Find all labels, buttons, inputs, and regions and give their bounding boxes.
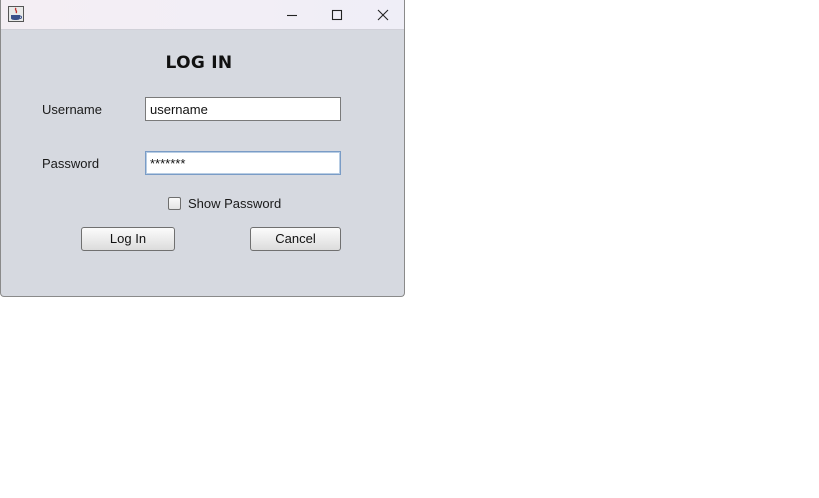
title-bar[interactable] bbox=[1, 0, 404, 30]
show-password-label[interactable]: Show Password bbox=[188, 196, 281, 211]
cancel-button[interactable]: Cancel bbox=[250, 227, 341, 251]
maximize-button[interactable] bbox=[314, 0, 360, 29]
show-password-toggle[interactable]: Show Password bbox=[168, 196, 281, 211]
java-app-icon[interactable] bbox=[8, 6, 24, 22]
form-title: LOG IN bbox=[165, 53, 233, 73]
maximize-icon bbox=[331, 9, 343, 20]
login-button[interactable]: Log In bbox=[81, 227, 175, 251]
close-icon bbox=[377, 9, 389, 20]
minimize-button[interactable] bbox=[269, 0, 315, 29]
show-password-checkbox[interactable] bbox=[168, 197, 181, 210]
login-window: LOG IN Username Password Show Password L… bbox=[0, 0, 405, 297]
minimize-icon bbox=[287, 14, 297, 16]
username-input[interactable] bbox=[145, 97, 341, 121]
close-button[interactable] bbox=[360, 0, 404, 29]
username-label: Username bbox=[42, 102, 102, 117]
password-input[interactable] bbox=[145, 151, 341, 175]
password-label: Password bbox=[42, 156, 100, 171]
